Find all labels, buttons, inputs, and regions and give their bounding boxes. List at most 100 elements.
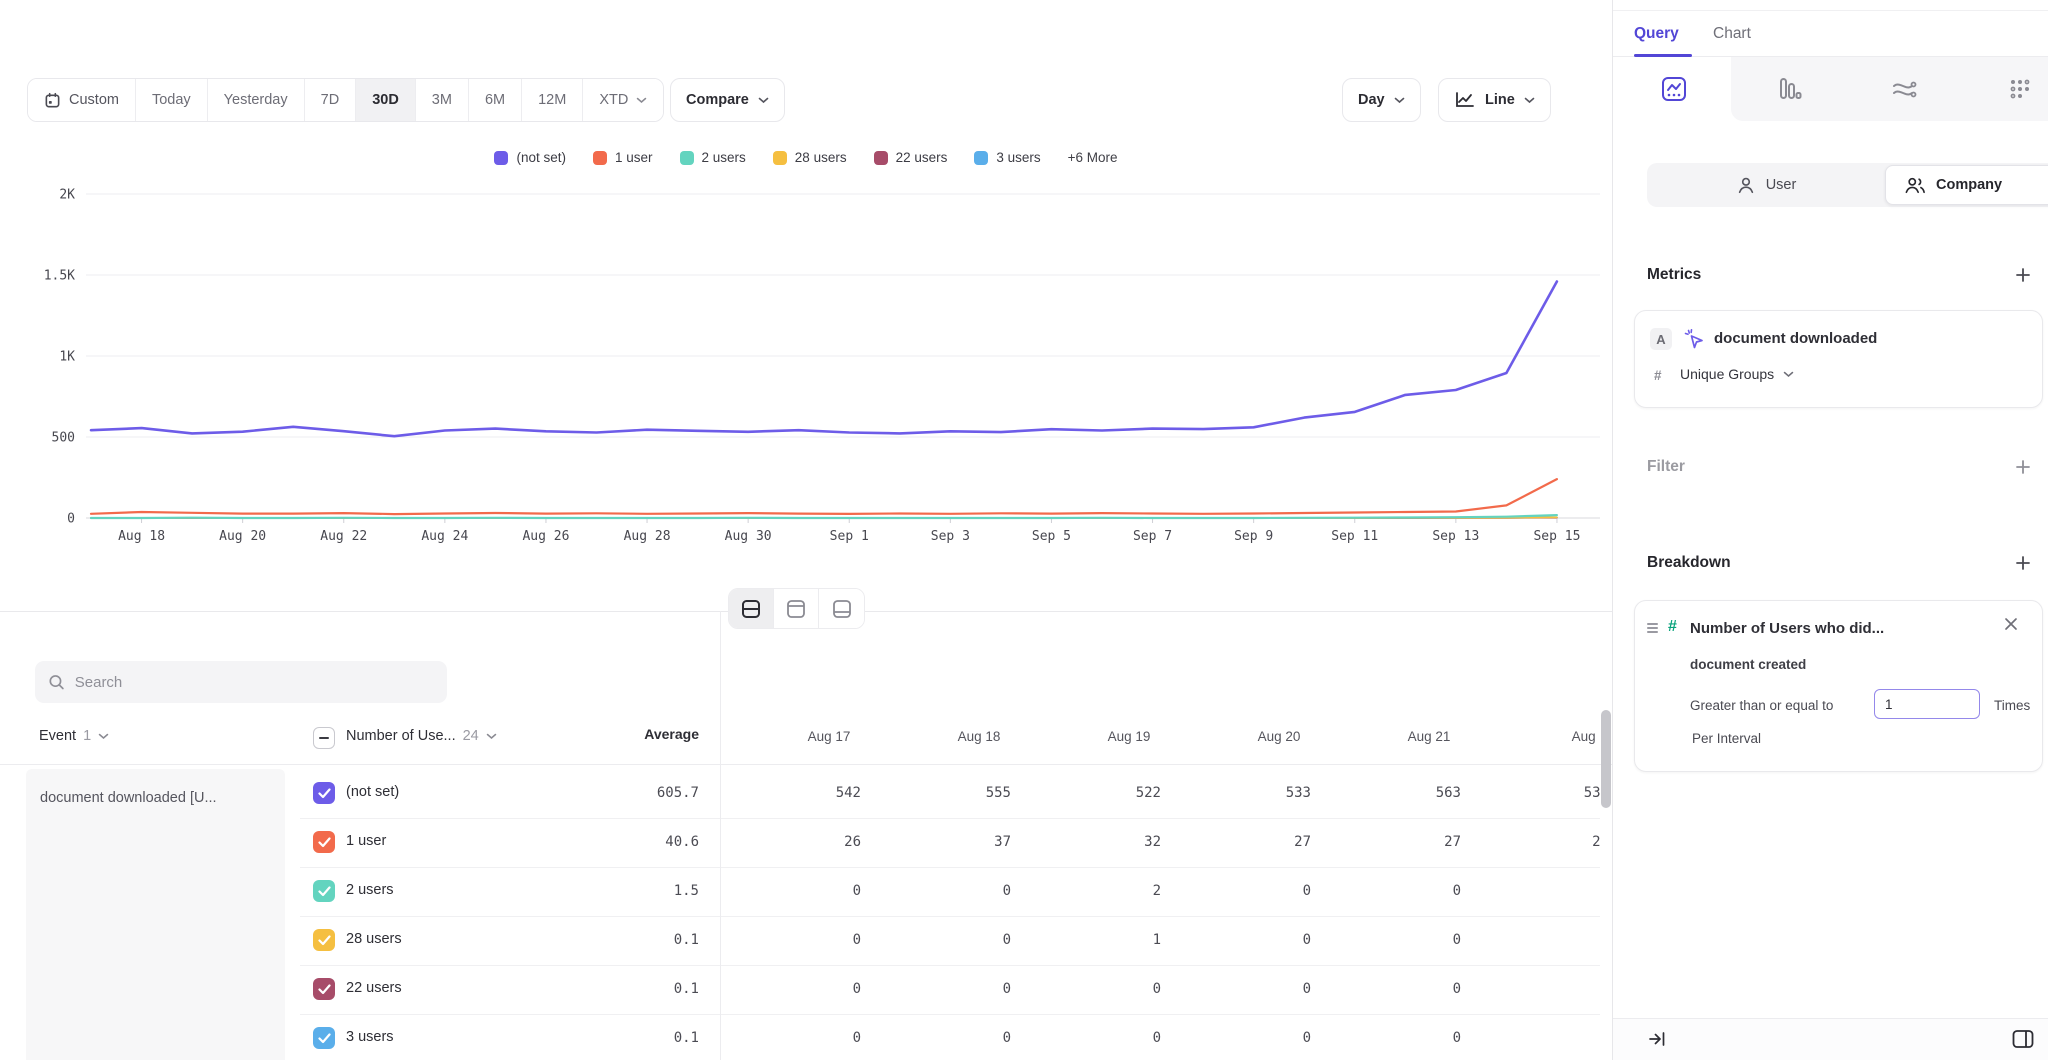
table-cell-value: 0 xyxy=(1031,981,1161,997)
table-cell-value: 533 xyxy=(1181,785,1311,801)
breakdown-condition-label[interactable]: Greater than or equal to xyxy=(1690,698,1833,713)
bar-chart-icon xyxy=(1775,75,1803,103)
metric-menu-button[interactable] xyxy=(2043,329,2048,349)
range-xtd[interactable]: XTD xyxy=(583,79,663,121)
event-column-header[interactable]: Event 1 xyxy=(39,728,109,744)
entity-user-option[interactable]: User xyxy=(1647,163,1885,207)
table-cell-value: 0 xyxy=(881,932,1011,948)
table-cell-value: 2 xyxy=(1031,883,1161,899)
remove-breakdown-button[interactable] xyxy=(2004,617,2018,631)
chart-type-bar-button[interactable] xyxy=(1731,57,1846,121)
check-icon xyxy=(318,837,331,848)
group-column-header[interactable]: Number of Use... 24 xyxy=(346,728,497,744)
row-average: 0.1 xyxy=(569,932,699,948)
y-axis-label: 2K xyxy=(59,188,75,203)
check-icon xyxy=(318,984,331,995)
date-columns-pane: Aug 17Aug 18Aug 19Aug 20Aug 21Aug 225425… xyxy=(720,611,1600,1060)
tab-query[interactable]: Query xyxy=(1634,11,1679,57)
chart-type-line-button[interactable] xyxy=(1616,57,1731,121)
row-checkbox[interactable] xyxy=(313,929,335,951)
table-cell-value: 0 xyxy=(1031,1030,1161,1046)
x-axis-label: Sep 1 xyxy=(830,529,869,544)
line-chart-icon xyxy=(1454,91,1476,109)
select-all-checkbox[interactable] xyxy=(313,727,335,749)
range-custom[interactable]: Custom xyxy=(28,79,136,121)
plus-icon xyxy=(2015,267,2031,283)
calendar-icon xyxy=(44,92,61,109)
date-column-header: Aug 22 xyxy=(1518,729,1600,744)
event-row[interactable]: document downloaded [U... xyxy=(26,769,285,1060)
metric-event-name[interactable]: document downloaded xyxy=(1714,330,1877,347)
measure-dropdown[interactable]: Unique Groups xyxy=(1680,366,1794,382)
table-cell-value: 0 xyxy=(731,883,861,899)
line-chart[interactable]: 05001K1.5K2KAug 18Aug 20Aug 22Aug 24Aug … xyxy=(0,140,1612,560)
event-cursor-icon xyxy=(1683,328,1705,350)
row-average: 0.1 xyxy=(569,981,699,997)
group-header-label: Number of Use... xyxy=(346,728,456,744)
row-checkbox[interactable] xyxy=(313,1027,335,1049)
range-12m[interactable]: 12M xyxy=(522,79,583,121)
row-checkbox[interactable] xyxy=(313,782,335,804)
table-cell-value: 0 xyxy=(1181,1030,1311,1046)
chart-style-dropdown[interactable]: Line xyxy=(1438,78,1551,122)
breakdown-card[interactable]: # Number of Users who did... document cr… xyxy=(1634,600,2043,772)
table-scrollbar[interactable] xyxy=(1601,710,1611,808)
table-cell-value: 0 xyxy=(1181,932,1311,948)
analytics-app: CustomTodayYesterday7D30D3M6M12MXTD Comp… xyxy=(0,0,2048,1060)
close-icon xyxy=(2004,617,2018,631)
row-label: 1 user xyxy=(346,833,386,849)
panel-layout-button[interactable] xyxy=(2011,1028,2035,1050)
row-average: 605.7 xyxy=(569,785,699,801)
table-cell-value: 563 xyxy=(1331,785,1461,801)
drag-handle-icon[interactable] xyxy=(1647,623,1658,635)
table-cell-value: 0 xyxy=(1479,932,1600,948)
add-filter-button[interactable] xyxy=(2013,457,2033,477)
tab-chart[interactable]: Chart xyxy=(1713,11,1751,57)
table-cell-value: 0 xyxy=(731,981,861,997)
interval-dropdown[interactable]: Day xyxy=(1342,78,1421,122)
main-panel: CustomTodayYesterday7D30D3M6M12MXTD Comp… xyxy=(0,0,1612,1060)
group-count: 24 xyxy=(463,728,479,744)
row-checkbox[interactable] xyxy=(313,831,335,853)
range-6m[interactable]: 6M xyxy=(469,79,522,121)
breakdown-event-name[interactable]: document created xyxy=(1690,657,1806,672)
chart-type-selector xyxy=(1613,57,2048,121)
breakdown-section-title: Breakdown xyxy=(1647,554,1731,572)
row-label: 22 users xyxy=(346,980,402,996)
breakdown-value-input[interactable] xyxy=(1874,689,1980,719)
range-7d[interactable]: 7D xyxy=(305,79,357,121)
search-input[interactable] xyxy=(75,674,434,691)
compare-button[interactable]: Compare xyxy=(670,78,785,122)
breakdown-per-interval[interactable]: Per Interval xyxy=(1692,731,1761,746)
range-30d[interactable]: 30D xyxy=(356,79,416,121)
table-cell-value: 27 xyxy=(1331,834,1461,850)
range-yesterday[interactable]: Yesterday xyxy=(208,79,305,121)
table-cell-value: 26 xyxy=(731,834,861,850)
collapse-sidebar-button[interactable] xyxy=(1647,1029,1667,1049)
check-icon xyxy=(318,886,331,897)
entity-toggle: User Company xyxy=(1647,163,2048,207)
date-column-header: Aug 19 xyxy=(1054,729,1204,744)
y-axis-label: 1.5K xyxy=(44,269,75,284)
range-today[interactable]: Today xyxy=(136,79,208,121)
table-cell-value: 32 xyxy=(1031,834,1161,850)
range-3m[interactable]: 3M xyxy=(416,79,469,121)
add-metric-button[interactable] xyxy=(2013,265,2033,285)
breakdown-title[interactable]: Number of Users who did... xyxy=(1690,620,1884,637)
x-axis-label: Aug 30 xyxy=(725,529,772,544)
chevron-down-icon xyxy=(1783,371,1794,378)
chart-type-grid-button[interactable] xyxy=(1961,57,2048,121)
breakdown-menu-button[interactable] xyxy=(2043,616,2048,636)
chart-type-flow-button[interactable] xyxy=(1846,57,1961,121)
row-checkbox[interactable] xyxy=(313,978,335,1000)
row-average: 1.5 xyxy=(569,883,699,899)
kebab-icon xyxy=(2043,616,2048,636)
metric-card[interactable]: A document downloaded # Unique Groups xyxy=(1634,310,2043,408)
x-axis-label: Aug 18 xyxy=(118,529,165,544)
row-checkbox[interactable] xyxy=(313,880,335,902)
measure-label: Unique Groups xyxy=(1680,366,1774,382)
table-cell-value: 0 xyxy=(731,1030,861,1046)
add-breakdown-button[interactable] xyxy=(2013,553,2033,573)
entity-company-option[interactable]: Company xyxy=(1885,165,2048,205)
company-users-icon xyxy=(1904,175,1926,195)
